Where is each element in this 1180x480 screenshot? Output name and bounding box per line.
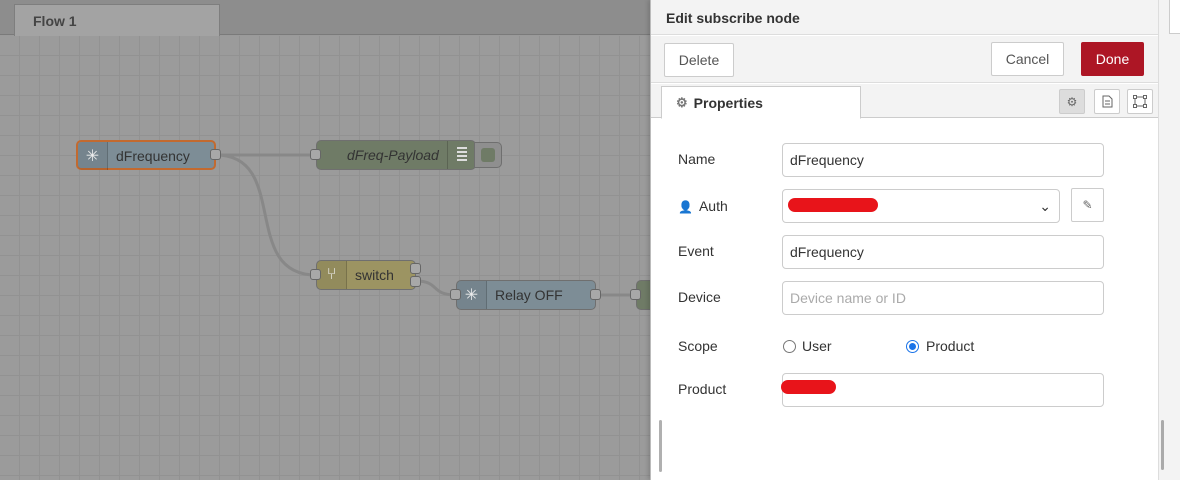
gear-icon: ⚙ bbox=[676, 94, 688, 110]
subscribe-icon: ✳ bbox=[78, 142, 108, 170]
event-label: Event bbox=[678, 243, 714, 259]
node-editor-panel: Edit subscribe node Delete Cancel Done ⚙… bbox=[650, 0, 1159, 480]
name-label: Name bbox=[678, 151, 716, 167]
chevron-down-icon: ⌄ bbox=[1039, 198, 1051, 214]
redaction-mark bbox=[788, 198, 878, 212]
appearance-icon[interactable] bbox=[1127, 89, 1153, 114]
scope-user-label: User bbox=[802, 338, 832, 354]
debug-list-icon bbox=[447, 141, 475, 169]
node-switch-label: switch bbox=[355, 267, 394, 283]
node-relay-off[interactable]: ✳ Relay OFF bbox=[456, 280, 596, 310]
node-dfrequency[interactable]: ✳ dFrequency bbox=[76, 140, 216, 170]
flow-workspace: Flow 1 ✳ dFrequency dFreq-Payload ⑂ swit… bbox=[0, 0, 650, 480]
scope-product-radio[interactable] bbox=[906, 340, 919, 353]
scope-label: Scope bbox=[678, 338, 718, 354]
output-port[interactable] bbox=[410, 263, 421, 274]
input-port[interactable] bbox=[310, 149, 321, 160]
node-payload-label: dFreq-Payload bbox=[347, 147, 439, 163]
description-icon[interactable] bbox=[1094, 89, 1120, 114]
switch-icon: ⑂ bbox=[317, 261, 347, 289]
input-port[interactable] bbox=[630, 289, 641, 300]
editor-toolbar: Delete Cancel Done bbox=[651, 36, 1159, 83]
edit-auth-button[interactable]: ✎ bbox=[1071, 188, 1104, 222]
output-port[interactable] bbox=[210, 149, 221, 160]
editor-title: Edit subscribe node bbox=[666, 10, 800, 26]
device-label: Device bbox=[678, 289, 721, 305]
delete-button[interactable]: Delete bbox=[664, 43, 734, 77]
device-input[interactable]: Device name or ID bbox=[782, 281, 1104, 315]
input-port[interactable] bbox=[450, 289, 461, 300]
event-input[interactable]: dFrequency bbox=[782, 235, 1104, 269]
auth-label: 👤 Auth bbox=[678, 198, 728, 214]
subscribe-icon: ✳ bbox=[457, 281, 487, 309]
sidebar-edge bbox=[1158, 0, 1180, 480]
editor-tabs: ⚙ Properties ⚙ bbox=[651, 84, 1159, 119]
settings-gear-icon[interactable]: ⚙ bbox=[1059, 89, 1085, 114]
input-port[interactable] bbox=[310, 269, 321, 280]
name-input[interactable]: dFrequency bbox=[782, 143, 1104, 177]
product-label: Product bbox=[678, 381, 727, 397]
scrollbar[interactable] bbox=[659, 420, 662, 472]
scope-product-label: Product bbox=[926, 338, 975, 354]
pencil-icon: ✎ bbox=[1082, 198, 1093, 212]
redaction-mark bbox=[781, 380, 836, 394]
node-switch[interactable]: ⑂ switch bbox=[316, 260, 416, 290]
scope-user-radio[interactable] bbox=[783, 340, 796, 353]
output-port[interactable] bbox=[410, 276, 421, 287]
node-dfrequency-label: dFrequency bbox=[116, 148, 190, 164]
editor-header: Edit subscribe node bbox=[651, 0, 1159, 35]
scrollbar[interactable] bbox=[1161, 420, 1164, 470]
debug-toggle-button[interactable] bbox=[474, 142, 502, 168]
sidebar-tab-edge[interactable] bbox=[1169, 0, 1180, 34]
output-port[interactable] bbox=[590, 289, 601, 300]
flow-wires bbox=[215, 153, 636, 297]
cancel-button[interactable]: Cancel bbox=[991, 42, 1064, 76]
tab-properties-label: Properties bbox=[693, 94, 763, 111]
node-relay-label: Relay OFF bbox=[495, 287, 563, 303]
tab-properties[interactable]: ⚙ Properties bbox=[661, 86, 861, 119]
user-icon: 👤 bbox=[678, 200, 693, 214]
node-dfreq-payload[interactable]: dFreq-Payload bbox=[316, 140, 476, 170]
done-button[interactable]: Done bbox=[1081, 42, 1144, 76]
auth-label-text: Auth bbox=[698, 198, 728, 214]
wire-dfrequency-switch bbox=[215, 153, 317, 277]
